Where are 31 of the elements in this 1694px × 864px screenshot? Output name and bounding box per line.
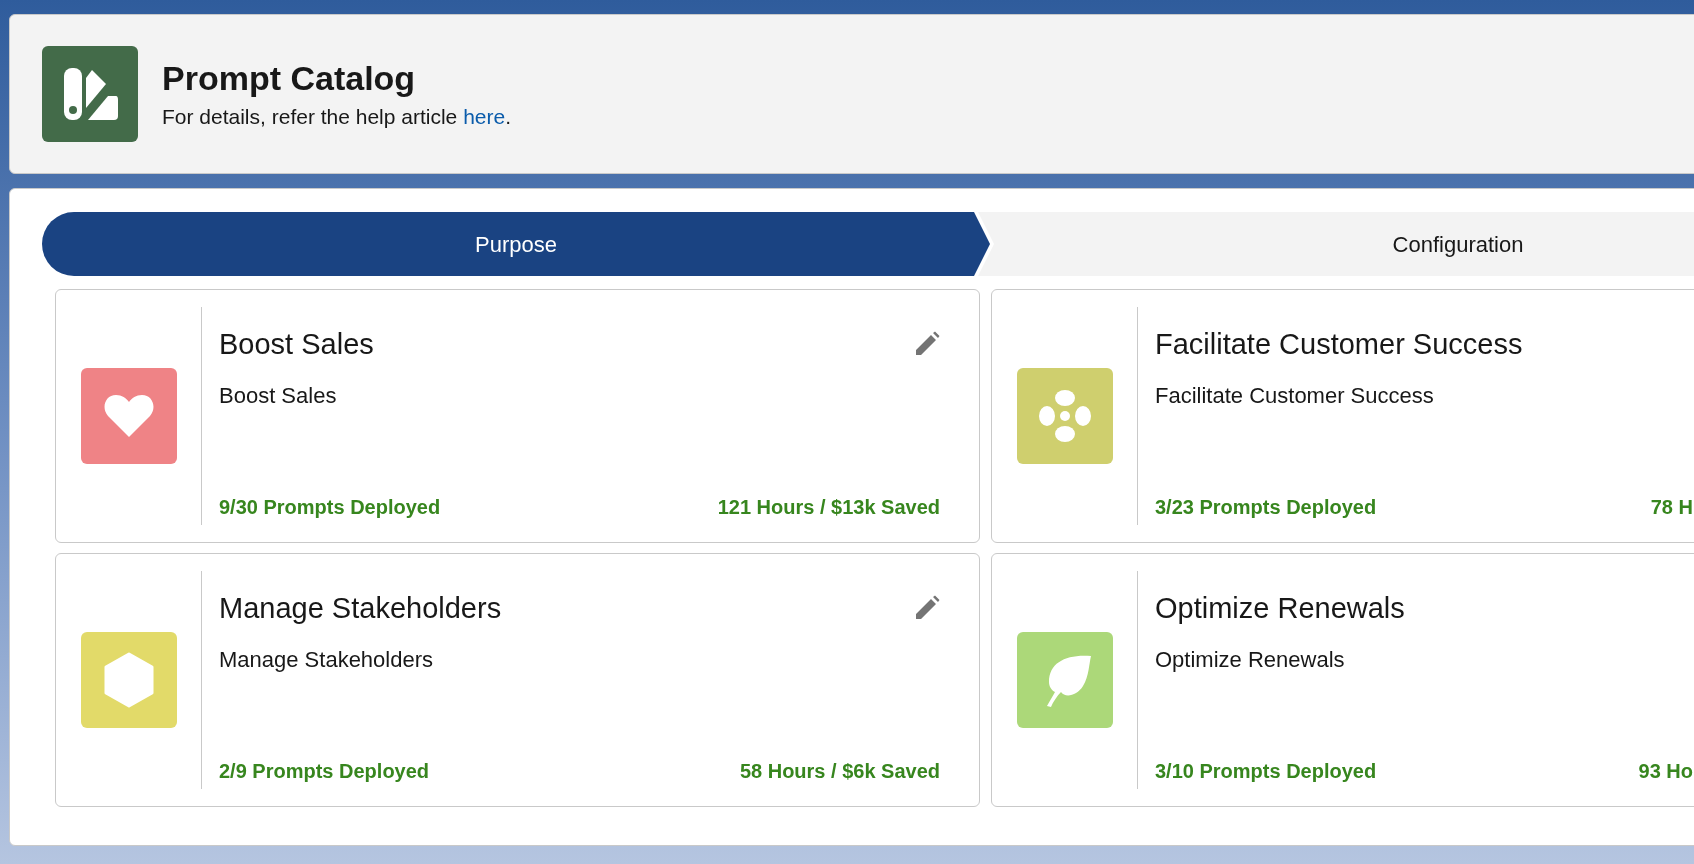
- help-link[interactable]: here: [463, 105, 506, 128]
- purpose-title: Boost Sales: [219, 327, 374, 362]
- purpose-title: Manage Stakeholders: [219, 591, 502, 626]
- purpose-description: Manage Stakeholders: [219, 646, 435, 674]
- pencil-icon[interactable]: [914, 331, 940, 357]
- purpose-title: Optimize Renewals: [1155, 591, 1405, 626]
- purpose-description: Facilitate Customer Success: [1155, 382, 1435, 410]
- progress-step[interactable]: Purpose: [42, 212, 990, 276]
- flower-icon: [1036, 388, 1093, 444]
- time-saved: 121 Hours / $13k Saved: [717, 495, 940, 520]
- purpose-card[interactable]: Facilitate Customer Success Facilitate Customer Success 3/23 Prompts Deployed 78 H: [991, 289, 1694, 543]
- progress-step[interactable]: Configuration: [978, 212, 1694, 276]
- time-saved: 93 Ho: [1638, 759, 1693, 784]
- prompts-deployed: 3/10 Prompts Deployed: [1155, 759, 1377, 784]
- heart-icon: [102, 393, 155, 439]
- page-title: Prompt Catalog: [162, 58, 417, 99]
- purpose-title: Facilitate Customer Success: [1155, 327, 1523, 362]
- purpose-card[interactable]: Optimize Renewals Optimize Renewals 3/10 Prompts Deployed 93 Ho: [991, 553, 1694, 807]
- page-subtitle: For details, refer the help article here.: [162, 104, 511, 130]
- purpose-card[interactable]: Boost Sales Boost Sales 9/30 Prompts Deployed 121 Hours / $13k Saved: [55, 289, 980, 543]
- hexagon-icon: [102, 652, 155, 708]
- prompts-deployed: 2/9 Prompts Deployed: [219, 759, 430, 784]
- pencil-icon[interactable]: [914, 595, 940, 621]
- prompts-deployed: 3/23 Prompts Deployed: [1155, 495, 1377, 520]
- purpose-card[interactable]: Manage Stakeholders Manage Stakeholders 2/9 Prompts Deployed 58 Hours / $6k Saved: [55, 553, 980, 807]
- time-saved: 58 Hours / $6k Saved: [739, 759, 940, 784]
- purpose-description: Boost Sales: [219, 382, 338, 410]
- purpose-description: Optimize Renewals: [1155, 646, 1346, 674]
- catalog-logo-icon: [42, 46, 138, 142]
- time-saved: 78 H: [1650, 495, 1693, 520]
- prompts-deployed: 9/30 Prompts Deployed: [219, 495, 441, 520]
